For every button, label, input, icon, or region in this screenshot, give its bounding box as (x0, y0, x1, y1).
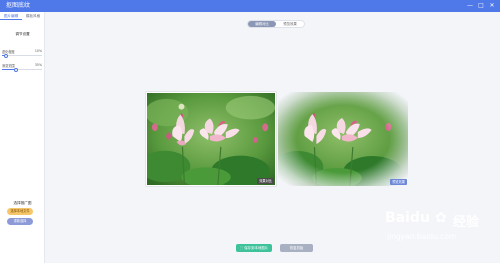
tab-template-style[interactable]: 模板风格 (22, 12, 44, 20)
view-toggle: 编辑对比 预览效果 (247, 20, 305, 28)
gradient-slider-label: 渐变范围 (2, 64, 15, 68)
footer-title: 选择推广图 (13, 201, 32, 205)
watermark-cn: 经验 (453, 215, 480, 230)
blur-slider-value: 10% (34, 49, 42, 53)
sidebar: 图片编辑 模板风格 调节设置 虚化程度 10% 渐变范围 35% 选择推广图 选… (0, 12, 45, 263)
crop-corner-top-left[interactable] (147, 93, 152, 98)
baidu-jingyan-watermark: Baidu ✿ 经验 jingyan.baidu.com (385, 208, 497, 248)
crop-corner-bottom-left[interactable] (147, 180, 152, 185)
section-title: 调节设置 (15, 32, 30, 36)
blur-slider[interactable] (2, 53, 42, 58)
gradient-slider-handle[interactable] (14, 67, 18, 72)
lotus-photo-preview (278, 92, 408, 186)
original-image-panel[interactable]: 效果对比 (146, 92, 276, 186)
gradient-slider[interactable] (2, 67, 42, 72)
preview-badge: 预览效果 (390, 179, 407, 185)
blur-slider-label: 虚化程度 (2, 50, 15, 54)
crop-corner-top-right[interactable] (270, 93, 275, 98)
window-title: 抠图底纹 (6, 2, 31, 9)
choose-local-file-button[interactable]: 选择本地文件 (7, 208, 33, 215)
save-to-local-button[interactable]: ⬚ 保存到本地图片 (236, 244, 272, 252)
reselect-button[interactable]: 重新选择 (7, 218, 33, 225)
toggle-compare[interactable]: 编辑对比 (248, 21, 276, 27)
watermark-brand: Baidu (385, 210, 430, 226)
reset-button[interactable]: 恢复初始 (280, 244, 313, 252)
sidebar-tabs: 图片编辑 模板风格 (0, 12, 44, 20)
minimize-icon[interactable]: — (466, 1, 474, 11)
blur-slider-handle[interactable] (4, 53, 8, 58)
toggle-preview[interactable]: 预览效果 (276, 21, 304, 27)
watermark-paw-icon: ✿ (435, 210, 447, 226)
tab-image-edit[interactable]: 图片编辑 (0, 12, 22, 20)
close-icon[interactable]: ✕ (488, 1, 496, 11)
lotus-photo-original (147, 93, 275, 185)
watermark-url: jingyan.baidu.com (387, 232, 457, 241)
maximize-icon[interactable]: □ (477, 1, 485, 11)
title-bar: 抠图底纹 — □ ✕ (0, 0, 500, 12)
gradient-slider-value: 35% (34, 63, 42, 67)
original-badge: 效果对比 (257, 178, 274, 184)
save-label: 保存到本地图片 (244, 246, 269, 250)
preview-image-panel: 预览效果 (278, 92, 408, 186)
